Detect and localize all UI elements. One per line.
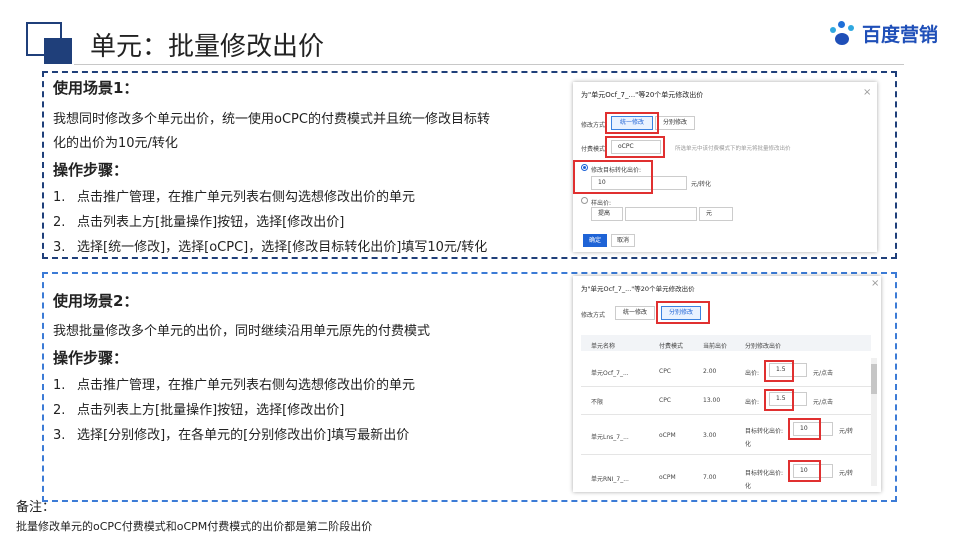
- baidu-paw-icon: [830, 20, 858, 47]
- cell-bid-unit: 元/点击: [813, 370, 834, 377]
- cell-bid-unit: 元/转: [839, 428, 854, 435]
- highlight-box: [605, 112, 659, 134]
- cell-pay-mode: CPC: [659, 397, 671, 404]
- bid-radio[interactable]: [581, 197, 588, 204]
- cell-bid-unit: 元/转: [839, 470, 854, 477]
- table-scrollbar[interactable]: [871, 358, 877, 486]
- highlight-box: [788, 418, 821, 440]
- title-divider: [74, 64, 904, 65]
- scene1-heading: 使用场景1：: [53, 79, 139, 97]
- column-header: 当前出价: [703, 343, 728, 350]
- cell-bid-label: 目标转化出价:: [745, 470, 784, 477]
- highlight-box: [605, 136, 665, 158]
- bid-dialog-separate: 为"单元Ocf_7_..."等20个单元修改出价 × 修改方式 统一修改 分别修…: [573, 276, 881, 492]
- note-label: 备注：: [16, 500, 56, 515]
- cell-bid-label: 出价:: [745, 399, 760, 406]
- scene2-step: 3. 选择[分别修改]，在各单元的[分别修改出价]填写最新出价: [53, 428, 410, 443]
- highlight-box: [764, 389, 794, 411]
- highlight-box: [573, 160, 653, 194]
- cell-bid-unit-suffix: 化: [745, 483, 752, 490]
- scrollbar-thumb[interactable]: [871, 364, 877, 394]
- scene1-steps-heading: 操作步骤：: [53, 161, 129, 179]
- scene2-step: 2. 点击列表上方[批量操作]按钮，选择[修改出价]: [53, 403, 345, 418]
- cell-unit-name: 单元RNI_7_...: [591, 476, 629, 483]
- dialog-title: 为"单元Ocf_7_..."等20个单元修改出价: [581, 91, 704, 99]
- cell-current-price: 13.00: [703, 397, 721, 404]
- cancel-button[interactable]: 取消: [611, 234, 635, 247]
- cell-bid-label: 目标转化出价:: [745, 428, 784, 435]
- cell-unit-name: 单元Lns_7_...: [591, 434, 629, 441]
- cell-current-price: 3.00: [703, 432, 717, 439]
- scene2-steps-heading: 操作步骤：: [53, 349, 129, 367]
- column-header: 单元名称: [591, 343, 616, 350]
- cell-current-price: 2.00: [703, 368, 717, 375]
- bid-unit-select[interactable]: 元: [699, 207, 733, 221]
- scene1-step: 1. 点击推广管理，在推广单元列表右侧勾选想修改出价的单元: [53, 190, 416, 205]
- cell-bid-unit: 元/点击: [813, 399, 834, 406]
- highlight-box: [656, 301, 710, 324]
- highlight-box: [764, 360, 794, 382]
- brand-logo: 百度营销: [830, 20, 938, 47]
- column-header: 分别修改出价: [745, 343, 782, 350]
- cell-unit-name: 不限: [591, 399, 604, 406]
- cell-pay-mode: oCPM: [659, 474, 676, 481]
- column-header: 付费模式: [659, 343, 684, 350]
- scene1-desc-line1: 我想同时修改多个单元出价，统一使用oCPC的付费模式并且统一修改目标转: [53, 112, 490, 127]
- page-title: 单元：批量修改出价: [90, 32, 325, 62]
- cell-bid-unit-suffix: 化: [745, 441, 752, 448]
- cell-pay-mode: oCPM: [659, 432, 676, 439]
- pay-mode-hint: 所选单元中该付费模式下的单元将批量修改出价: [675, 146, 791, 152]
- scene2-desc: 我想批量修改多个单元的出价，同时继续沿用单元原先的付费模式: [53, 324, 431, 339]
- scene1-desc-line2: 化的出价为10元/转化: [53, 136, 178, 151]
- bid-label: 样出价:: [591, 200, 612, 207]
- cell-current-price: 7.00: [703, 474, 717, 481]
- separate-mode-button[interactable]: 分别修改: [655, 116, 695, 130]
- close-icon[interactable]: ×: [871, 278, 879, 289]
- unified-mode-button[interactable]: 统一修改: [615, 306, 655, 320]
- scene2-step: 1. 点击推广管理，在推广单元列表右侧勾选想修改出价的单元: [53, 378, 416, 393]
- cell-unit-name: 单元Ocf_7_...: [591, 370, 629, 377]
- confirm-button[interactable]: 确定: [583, 234, 607, 247]
- title-decoration-fill: [44, 38, 72, 64]
- scene1-step: 3. 选择[统一修改]，选择[oCPC]，选择[修改目标转化出价]填写10元/转化: [53, 240, 488, 255]
- bid-amount-input[interactable]: [625, 207, 697, 221]
- close-icon[interactable]: ×: [863, 87, 871, 98]
- pay-mode-label: 付费模式:: [581, 146, 608, 153]
- cell-bid-label: 出价:: [745, 370, 760, 377]
- highlight-box: [788, 460, 821, 482]
- bid-dialog-unified: 为"单元Ocf_7_..."等20个单元修改出价 × 修改方式: 统一修改 分别…: [573, 82, 877, 252]
- dialog-title: 为"单元Ocf_7_..."等20个单元修改出价: [581, 285, 695, 293]
- bid-direction-select[interactable]: 提高: [591, 207, 623, 221]
- scene2-heading: 使用场景2：: [53, 292, 139, 310]
- target-bid-unit: 元/转化: [691, 181, 712, 188]
- cell-pay-mode: CPC: [659, 368, 671, 375]
- mode-label: 修改方式:: [581, 122, 608, 129]
- scene1-step: 2. 点击列表上方[批量操作]按钮，选择[修改出价]: [53, 215, 345, 230]
- mode-label: 修改方式: [581, 312, 606, 319]
- brand-name: 百度营销: [862, 24, 939, 46]
- note-text: 批量修改单元的oCPC付费模式和oCPM付费模式的出价都是第二阶段出价: [16, 520, 373, 533]
